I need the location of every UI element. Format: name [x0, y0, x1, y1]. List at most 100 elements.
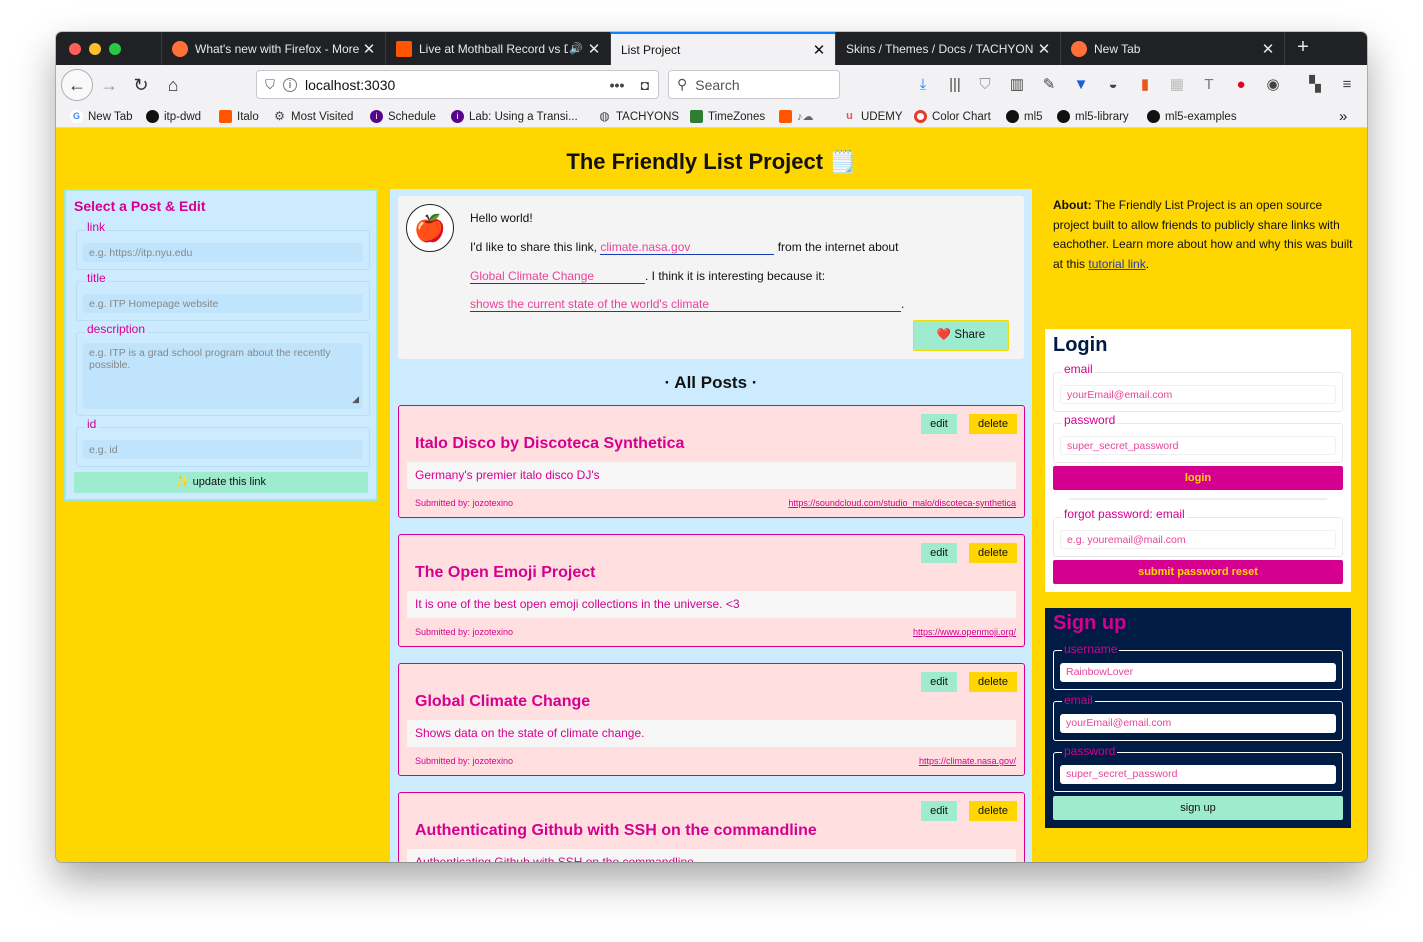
- page-title: The Friendly List Project 🗒️: [566, 149, 857, 174]
- close-tab-icon[interactable]: ✕: [1258, 40, 1278, 58]
- tracking-shield-icon[interactable]: ⛉: [974, 74, 996, 96]
- url-bar[interactable]: ⛉ i localhost:3030 ••• ◘: [256, 70, 659, 99]
- back-arrow-icon[interactable]: ←: [61, 69, 93, 101]
- extension-flag-icon[interactable]: ▮: [1134, 74, 1156, 96]
- description-textarea[interactable]: e.g. ITP is a grad school program about …: [83, 343, 363, 409]
- forward-arrow-icon[interactable]: →: [94, 70, 124, 100]
- info-icon[interactable]: i: [283, 77, 297, 92]
- login-email-input[interactable]: yourEmail@email.com: [1060, 385, 1336, 404]
- bookmark-ml5-library[interactable]: ml5-library: [1057, 108, 1129, 125]
- link-input[interactable]: e.g. https://itp.nyu.edu: [83, 243, 363, 262]
- bookmark-schedule[interactable]: i Schedule: [370, 108, 436, 125]
- signup-password-input[interactable]: super_secret_password: [1060, 765, 1336, 784]
- close-tab-icon[interactable]: ✕: [359, 40, 379, 58]
- bookmark-new-tab[interactable]: G New Tab: [70, 108, 133, 125]
- bookmark-italo[interactable]: Italo: [219, 108, 259, 125]
- sidebar-icon[interactable]: ▥: [1006, 74, 1028, 96]
- signup-email-input[interactable]: yourEmail@email.com: [1060, 714, 1336, 733]
- bookmark-itp-dwd[interactable]: itp-dwd: [146, 108, 201, 125]
- globe-icon: ◍: [599, 109, 610, 123]
- link-inline-input[interactable]: climate.nasa.gov: [600, 240, 775, 255]
- title-input[interactable]: e.g. ITP Homepage website: [83, 294, 363, 313]
- download-icon[interactable]: ⤓: [912, 74, 934, 96]
- forgot-password-email-input[interactable]: e.g. youremail@mail.com: [1060, 530, 1336, 549]
- bookmark-label: ml5-library: [1075, 110, 1129, 123]
- close-window-icon[interactable]: [69, 43, 81, 55]
- tab-mothball[interactable]: Live at Mothball Record vs D 🔊 ✕: [385, 32, 610, 65]
- menu-hamburger-icon[interactable]: ≡: [1336, 74, 1358, 96]
- post-title: The Open Emoji Project: [415, 564, 596, 581]
- pocket-icon[interactable]: ◘: [632, 77, 658, 93]
- bookmark-most-visited[interactable]: ⚙ Most Visited: [273, 108, 353, 125]
- bookmark-ml5[interactable]: ml5: [1006, 108, 1043, 125]
- bookmark-ml5-examples[interactable]: ml5-examples: [1147, 108, 1237, 125]
- speaker-icon[interactable]: 🔊: [568, 42, 584, 55]
- url-text[interactable]: localhost:3030: [305, 77, 602, 93]
- bookmark-soundcloud[interactable]: ♪☁: [779, 108, 814, 125]
- login-title: Login: [1053, 334, 1108, 356]
- close-tab-icon[interactable]: ✕: [584, 40, 604, 58]
- post-link[interactable]: https://climate.nasa.gov/: [919, 756, 1016, 766]
- extension-v-icon[interactable]: ▼: [1070, 74, 1092, 96]
- submit-password-reset-button[interactable]: submit password reset: [1053, 560, 1343, 584]
- eyedropper-icon[interactable]: ✎: [1038, 74, 1060, 96]
- edit-button[interactable]: edit: [921, 801, 957, 821]
- soundcloud-icon: [779, 110, 792, 123]
- delete-button[interactable]: delete: [969, 801, 1017, 821]
- login-email-fieldset: email yourEmail@email.com: [1053, 362, 1343, 412]
- edit-button[interactable]: edit: [921, 672, 957, 692]
- login-password-input[interactable]: super_secret_password: [1060, 436, 1336, 455]
- reload-icon[interactable]: ↻: [126, 70, 156, 100]
- edit-button[interactable]: edit: [921, 414, 957, 434]
- post-description: Authenticating Github with SSH on the co…: [407, 849, 1016, 862]
- extension-text-icon[interactable]: T: [1198, 74, 1220, 96]
- post-link[interactable]: https://www.openmoji.org/: [913, 627, 1016, 637]
- tab-tachyons[interactable]: Skins / Themes / Docs / TACHYONS ✕: [835, 32, 1060, 65]
- search-bar[interactable]: ⚲ Search: [668, 70, 840, 99]
- resize-handle-icon[interactable]: ◢: [352, 394, 359, 405]
- new-tab-plus-icon[interactable]: +: [1292, 32, 1314, 65]
- post-card: edit delete Global Climate Change Shows …: [398, 663, 1025, 776]
- close-tab-icon[interactable]: ✕: [1034, 40, 1054, 58]
- share-line-2-suffix: . I think it is interesting because it:: [645, 269, 826, 283]
- minimize-window-icon[interactable]: [89, 43, 101, 55]
- bookmark-tachyons[interactable]: ◍ TACHYONS: [598, 108, 679, 125]
- bookmark-lab[interactable]: i Lab: Using a Transi...: [451, 108, 578, 125]
- bookmark-udemy[interactable]: u UDEMY: [843, 108, 902, 125]
- extension-grid-icon[interactable]: ▦: [1166, 74, 1188, 96]
- home-icon[interactable]: ⌂: [158, 70, 188, 100]
- signup-username-input[interactable]: RainbowLover: [1060, 663, 1336, 682]
- bookmarks-overflow-icon[interactable]: »: [1339, 108, 1347, 125]
- share-button[interactable]: ❤️ Share: [913, 320, 1009, 351]
- shield-icon[interactable]: ⛉: [257, 77, 283, 93]
- post-link[interactable]: https://soundcloud.com/studio_malo/disco…: [788, 498, 1016, 508]
- period-text: .: [901, 297, 905, 311]
- update-link-button[interactable]: ✨ update this link: [74, 472, 368, 493]
- topic-inline-input[interactable]: Global Climate Change: [470, 269, 645, 284]
- edit-button[interactable]: edit: [921, 543, 957, 563]
- library-icon[interactable]: |||: [944, 74, 966, 96]
- extensions-puzzle-icon[interactable]: ▚: [1304, 74, 1326, 96]
- account-icon[interactable]: ◉: [1262, 74, 1284, 96]
- delete-button[interactable]: delete: [969, 414, 1017, 434]
- email-label: email: [1062, 693, 1095, 707]
- maximize-window-icon[interactable]: [109, 43, 121, 55]
- bookmark-color-chart[interactable]: Color Chart: [914, 108, 991, 125]
- close-tab-icon[interactable]: ✕: [809, 41, 829, 59]
- pinterest-icon[interactable]: ●: [1230, 74, 1252, 96]
- id-input[interactable]: e.g. id: [83, 440, 363, 459]
- page-actions-icon[interactable]: •••: [602, 77, 632, 93]
- login-button[interactable]: login: [1053, 466, 1343, 490]
- tab-list-project[interactable]: List Project ✕: [610, 32, 835, 65]
- tutorial-link[interactable]: tutorial link: [1088, 257, 1145, 271]
- delete-button[interactable]: delete: [969, 672, 1017, 692]
- signup-button[interactable]: sign up: [1053, 796, 1343, 820]
- post-card: edit delete Italo Disco by Discoteca Syn…: [398, 405, 1025, 518]
- reason-inline-input[interactable]: shows the current state of the world's c…: [470, 297, 901, 312]
- delete-button[interactable]: delete: [969, 543, 1017, 563]
- bookmark-timezones[interactable]: TimeZones: [690, 108, 765, 125]
- tab-whats-new[interactable]: What's new with Firefox - More ✕: [161, 32, 385, 65]
- extension-ufo-icon[interactable]: ◒: [1102, 74, 1124, 96]
- bookmark-label: TACHYONS: [616, 110, 680, 123]
- tab-new-tab[interactable]: New Tab ✕: [1060, 32, 1285, 65]
